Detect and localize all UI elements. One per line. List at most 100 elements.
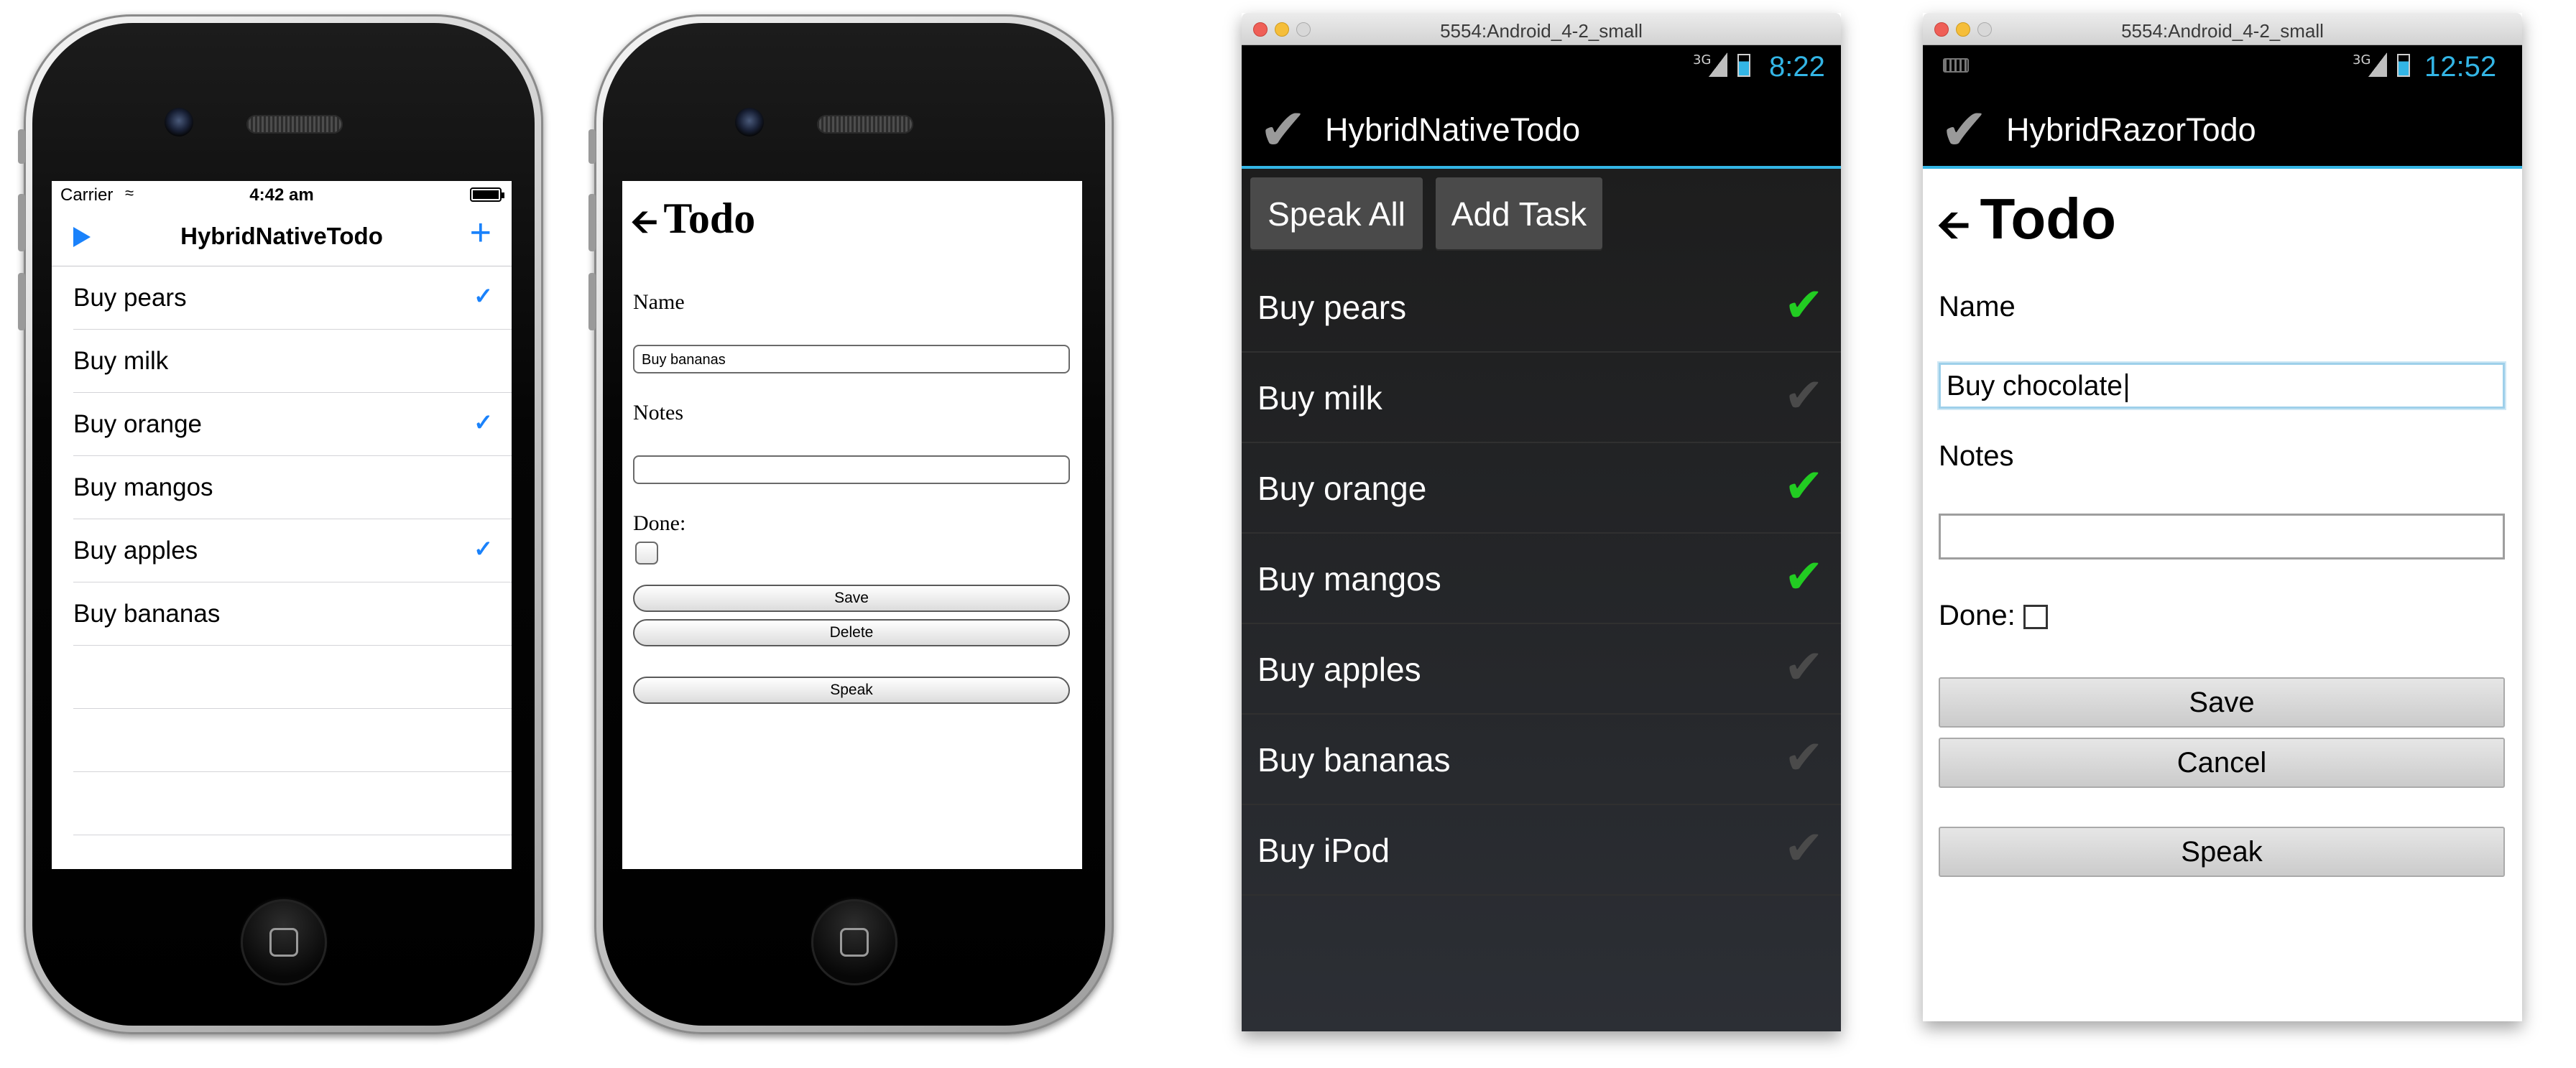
notes-field[interactable] xyxy=(633,455,1070,484)
cancel-button[interactable]: Cancel xyxy=(1939,738,2505,788)
window-titlebar: 5554:Android_4-2_small xyxy=(1242,13,1841,45)
home-button[interactable] xyxy=(241,899,327,985)
add-task-button[interactable]: Add Task xyxy=(1436,177,1602,251)
app-title: HybridNativeTodo xyxy=(1325,111,1581,148)
iphone-frame-1: Carrier ≈ 4:42 am HybridNativeTodo + Buy… xyxy=(18,14,543,1034)
list-item[interactable]: Buy bananas ✔ xyxy=(1242,713,1841,805)
back-arrow-icon[interactable]: 🡨 xyxy=(631,202,657,241)
notes-label: Notes xyxy=(1939,440,2014,472)
save-button[interactable]: Save xyxy=(1939,677,2505,728)
android-action-bar: ✔ HybridNativeTodo xyxy=(1242,85,1841,169)
battery-icon xyxy=(2397,54,2410,77)
android-emulator-window-1: 5554:Android_4-2_small 3G 8:22 ✔ HybridN… xyxy=(1242,13,1841,1031)
checkmark-off-icon[interactable]: ✔ xyxy=(1784,729,1824,786)
volume-up-button xyxy=(588,194,596,251)
home-button[interactable] xyxy=(811,899,897,985)
todo-edit-form: 🡨 Todo Name Buy bananas Notes Done: Save … xyxy=(622,181,1082,869)
list-item-label: Buy milk xyxy=(1257,379,1382,417)
mute-switch xyxy=(18,129,25,164)
list-item[interactable]: Buy apples ✓ xyxy=(73,519,512,582)
list-item[interactable]: Buy orange ✓ xyxy=(73,393,512,456)
ios-navigation-bar: HybridNativeTodo + xyxy=(52,207,512,266)
list-item-label: Buy orange xyxy=(1257,470,1427,507)
list-item[interactable]: Buy mangos ✔ xyxy=(1242,532,1841,624)
text-cursor xyxy=(2125,373,2128,402)
checkmark-on-icon[interactable]: ✔ xyxy=(1784,277,1824,334)
checkmark-icon: ✓ xyxy=(474,283,493,309)
page-title: Todo xyxy=(1980,187,2117,251)
list-item-label: Buy iPod xyxy=(1257,832,1390,869)
speak-button[interactable]: Speak xyxy=(633,677,1070,704)
checkmark-icon: ✓ xyxy=(474,536,493,562)
mute-switch xyxy=(588,129,596,164)
ios-screen-list: Carrier ≈ 4:42 am HybridNativeTodo + Buy… xyxy=(52,181,512,869)
earpiece-speaker xyxy=(246,115,343,134)
speak-all-button[interactable]: Speak All xyxy=(1250,177,1423,251)
front-camera-icon xyxy=(165,108,193,136)
speak-button[interactable]: Speak xyxy=(1939,827,2505,877)
done-checkbox[interactable] xyxy=(2023,605,2048,629)
back-arrow-icon[interactable]: 🡨 xyxy=(1937,202,1970,249)
home-square-icon xyxy=(269,928,298,957)
list-item[interactable]: Buy orange ✔ xyxy=(1242,442,1841,534)
page-header: 🡨 Todo xyxy=(1937,186,2116,264)
name-label: Name xyxy=(633,290,685,314)
app-check-logo-icon: ✔ xyxy=(1940,96,1989,163)
done-label: Done: xyxy=(1939,600,2016,631)
page-header: 🡨 Todo xyxy=(631,194,755,254)
notes-field[interactable] xyxy=(1939,514,2505,559)
empty-row xyxy=(73,772,512,835)
list-item[interactable]: Buy mangos xyxy=(73,456,512,519)
checkmark-off-icon[interactable]: ✔ xyxy=(1784,639,1824,696)
name-field-value: Buy chocolate xyxy=(1947,371,2123,401)
plus-icon[interactable]: + xyxy=(470,214,491,251)
checkmark-off-icon[interactable]: ✔ xyxy=(1784,819,1824,877)
status-time: 8:22 xyxy=(1769,51,1825,83)
android-todo-list-screen: Speak All Add Task Buy pears ✔ Buy milk ✔ Bu… xyxy=(1242,169,1841,1031)
name-field[interactable]: Buy bananas xyxy=(633,345,1070,373)
list-item-label: Buy apples xyxy=(73,537,198,565)
list-item[interactable]: Buy milk ✔ xyxy=(1242,351,1841,443)
earpiece-speaker xyxy=(817,115,913,134)
list-item[interactable]: Buy iPod ✔ xyxy=(1242,804,1841,896)
keyboard-icon xyxy=(1943,58,1969,73)
delete-button[interactable]: Delete xyxy=(633,619,1070,646)
list-item[interactable]: Buy milk xyxy=(73,330,512,393)
android-action-bar: ✔ HybridRazorTodo xyxy=(1923,85,2522,169)
list-item-label: Buy bananas xyxy=(73,600,221,628)
checkmark-off-icon[interactable]: ✔ xyxy=(1784,367,1824,424)
list-item-label: Buy orange xyxy=(73,410,203,438)
done-label: Done: xyxy=(633,511,686,535)
status-time: 4:42 am xyxy=(249,185,314,205)
window-titlebar: 5554:Android_4-2_small xyxy=(1923,13,2522,45)
ios-screen-edit: 🡨 Todo Name Buy bananas Notes Done: Save … xyxy=(622,181,1082,869)
todo-list: Buy pears ✓ Buy milk Buy orange ✓ Buy mangos B… xyxy=(52,266,512,646)
list-item-label: Buy mangos xyxy=(1257,560,1441,598)
list-item-label: Buy pears xyxy=(73,284,187,312)
android-todo-edit-screen: 🡨 Todo Name Buy chocolate Notes Done: Sav… xyxy=(1923,169,2522,1021)
android-emulator-window-2: 5554:Android_4-2_small 3G 12:52 ✔ Hybrid… xyxy=(1923,13,2522,1021)
list-item[interactable]: Buy apples ✔ xyxy=(1242,623,1841,715)
name-label: Name xyxy=(1939,291,2016,322)
list-item-label: Buy apples xyxy=(1257,651,1421,688)
list-item[interactable]: Buy pears ✓ xyxy=(73,266,512,330)
checkmark-icon: ✓ xyxy=(474,409,493,435)
window-title: 5554:Android_4-2_small xyxy=(1440,20,1643,42)
save-button[interactable]: Save xyxy=(633,585,1070,612)
home-square-icon xyxy=(840,928,869,957)
volume-down-button xyxy=(18,273,25,330)
signal-icon xyxy=(2368,52,2387,77)
list-item[interactable]: Buy bananas xyxy=(73,582,512,646)
done-checkbox[interactable] xyxy=(635,542,658,565)
window-title: 5554:Android_4-2_small xyxy=(2121,20,2324,42)
volume-down-button xyxy=(588,273,596,330)
list-item-label: Buy mangos xyxy=(73,473,213,501)
checkmark-on-icon[interactable]: ✔ xyxy=(1784,548,1824,605)
nav-title: HybridNativeTodo xyxy=(180,223,383,249)
list-item[interactable]: Buy pears ✔ xyxy=(1242,261,1841,353)
empty-row xyxy=(73,709,512,772)
name-field[interactable]: Buy chocolate xyxy=(1939,363,2505,409)
android-status-bar: 3G 12:52 xyxy=(1923,45,2522,85)
ios-status-bar: Carrier ≈ 4:42 am xyxy=(52,181,512,207)
checkmark-on-icon[interactable]: ✔ xyxy=(1784,458,1824,515)
